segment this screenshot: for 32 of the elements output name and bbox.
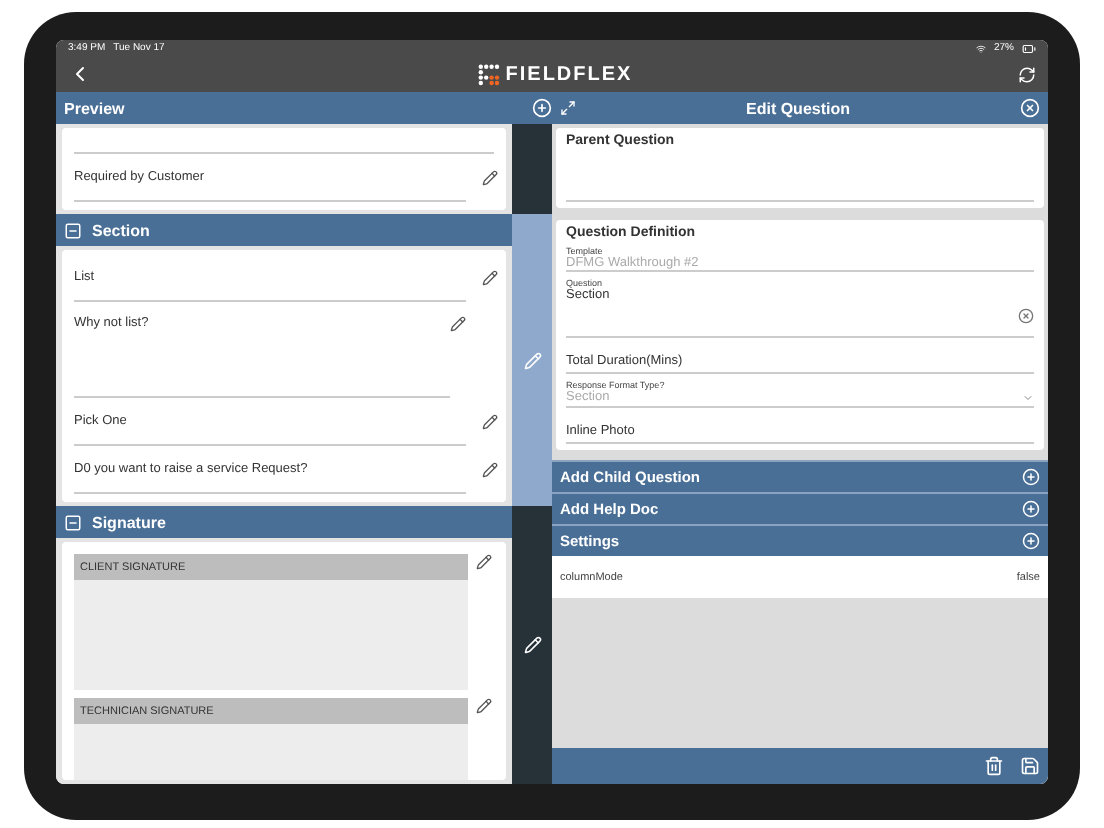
section-handle[interactable] bbox=[512, 506, 552, 784]
section-handle[interactable] bbox=[512, 214, 552, 506]
edit-icon[interactable] bbox=[482, 413, 498, 429]
add-icon[interactable] bbox=[532, 98, 552, 118]
section-header[interactable]: Signature bbox=[56, 506, 512, 538]
edit-icon[interactable] bbox=[482, 169, 498, 185]
edit-icon[interactable] bbox=[476, 554, 492, 570]
app-logo-text: FIELDFLEX bbox=[505, 63, 633, 85]
wifi-icon bbox=[975, 43, 986, 53]
section-title: Section bbox=[92, 221, 150, 239]
logo-icon bbox=[477, 63, 500, 85]
add-icon[interactable] bbox=[1022, 468, 1040, 486]
expand-icon[interactable] bbox=[560, 100, 576, 116]
edit-icon[interactable] bbox=[450, 316, 466, 332]
collapse-icon[interactable] bbox=[64, 513, 82, 531]
close-icon[interactable] bbox=[1020, 98, 1040, 118]
save-icon[interactable] bbox=[1020, 756, 1040, 776]
panel-title: Edit Question bbox=[746, 99, 850, 117]
edit-icon[interactable] bbox=[476, 698, 492, 714]
collapse-icon[interactable] bbox=[64, 221, 82, 239]
sync-icon[interactable] bbox=[1017, 65, 1036, 83]
clear-icon[interactable] bbox=[1018, 308, 1034, 324]
edit-icon[interactable] bbox=[482, 269, 498, 285]
section-title: Signature bbox=[92, 513, 166, 531]
add-icon[interactable] bbox=[1022, 500, 1040, 518]
edit-icon[interactable] bbox=[482, 461, 498, 477]
section-header[interactable]: Section bbox=[56, 214, 512, 246]
section-handle[interactable] bbox=[512, 124, 552, 214]
battery-icon bbox=[1022, 41, 1036, 55]
preview-title: Preview bbox=[64, 99, 125, 117]
trash-icon[interactable] bbox=[984, 756, 1004, 776]
add-icon[interactable] bbox=[1022, 532, 1040, 550]
